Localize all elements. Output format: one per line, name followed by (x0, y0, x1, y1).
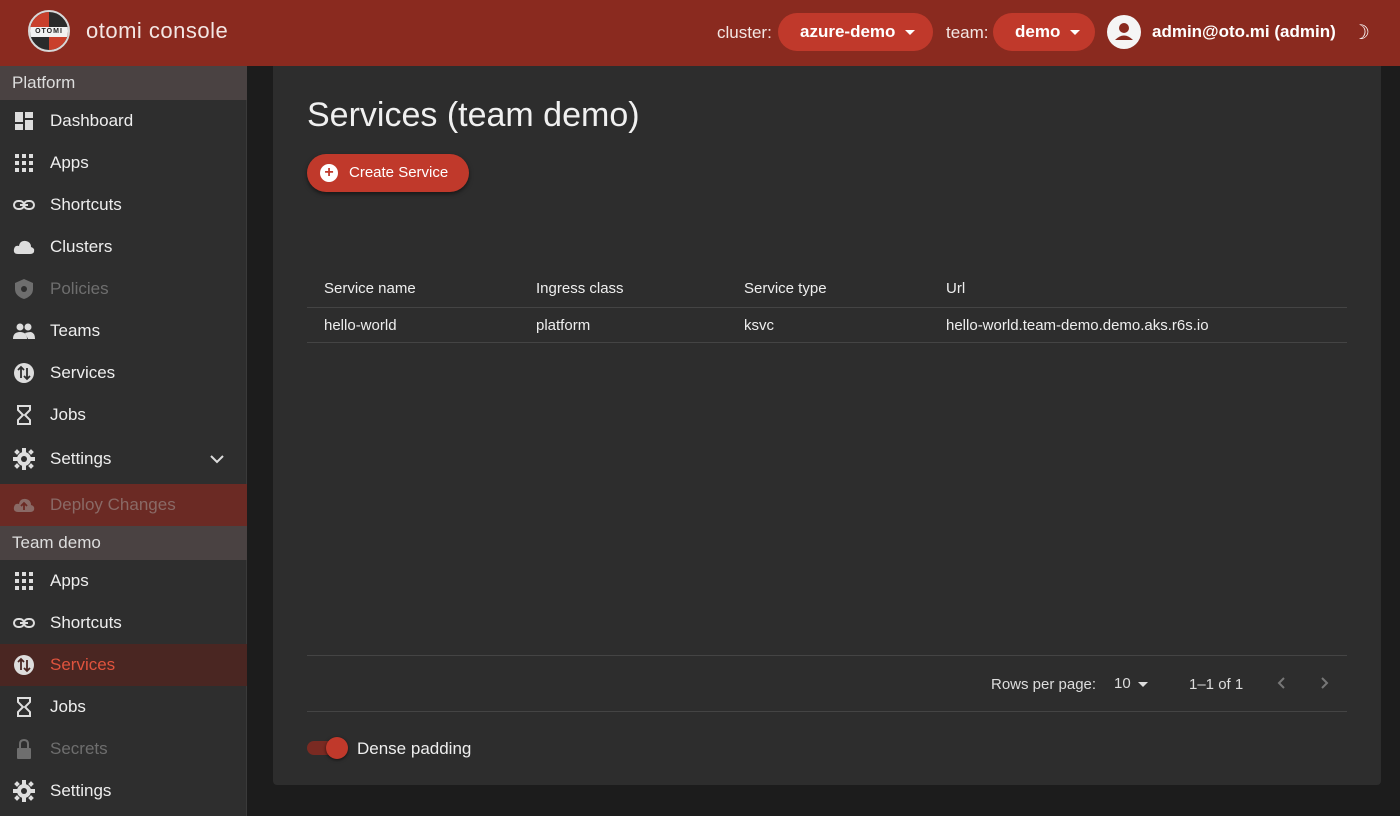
footer-divider-bottom (307, 711, 1347, 712)
apps-grid-icon (15, 572, 33, 590)
create-service-button[interactable]: + Create Service (307, 154, 469, 192)
sidebar-item-label: Secrets (50, 739, 108, 758)
sidebar-item-team-services[interactable]: Services (0, 644, 247, 686)
sidebar-item-label: Apps (50, 153, 89, 172)
user-menu[interactable]: admin@oto.mi (admin) (1152, 22, 1336, 42)
cluster-value: azure-demo (800, 22, 896, 41)
sidebar-item-label: Shortcuts (50, 613, 122, 632)
app-header: OTOMI otomi console cluster: azure-demo … (0, 0, 1400, 66)
sidebar-item-services[interactable]: Services (0, 352, 247, 394)
team-select[interactable]: demo (993, 13, 1095, 51)
link-icon (13, 200, 35, 210)
page-title: Services (team demo) (307, 96, 640, 134)
app-title: otomi console (86, 18, 229, 43)
sidebar-item-label: Dashboard (50, 111, 134, 130)
gear-icon (13, 448, 35, 470)
sidebar-item-team-settings[interactable]: Settings (0, 770, 247, 812)
sidebar-item-jobs[interactable]: Jobs (0, 394, 247, 436)
sidebar-item-label: Services (50, 655, 116, 674)
sidebar-item-label: Services (50, 363, 116, 382)
chevron-down-icon[interactable] (208, 450, 226, 468)
sidebar-item-label: Jobs (50, 697, 86, 716)
sidebar-item-apps[interactable]: Apps (0, 142, 247, 184)
column-header-service-type[interactable]: Service type (744, 280, 827, 297)
moon-icon[interactable]: ☽ (1352, 20, 1370, 45)
chevron-right-icon[interactable] (1315, 674, 1333, 692)
dashboard-icon (15, 112, 33, 130)
sidebar-item-label: Policies (50, 279, 109, 298)
add-circle-icon: + (320, 164, 338, 182)
sidebar-item-label: Clusters (50, 237, 113, 256)
policy-shield-icon (15, 279, 33, 299)
rows-per-page-label: Rows per page: (991, 676, 1097, 693)
sidebar-item-team-apps[interactable]: Apps (0, 560, 247, 602)
chevron-left-icon[interactable] (1273, 674, 1291, 692)
lock-icon (17, 738, 31, 759)
dense-padding-label: Dense padding (357, 739, 472, 758)
sidebar-item-shortcuts[interactable]: Shortcuts (0, 184, 247, 226)
sidebar-item-team-secrets[interactable]: Secrets (0, 728, 247, 770)
row-divider (307, 342, 1347, 343)
logo-text: OTOMI (30, 27, 68, 37)
sidebar: Platform Dashboard Apps Shortcuts Cluste… (0, 66, 247, 816)
table-cell-service-name[interactable]: hello-world (324, 317, 397, 334)
swap-icon (14, 655, 34, 675)
otomi-logo[interactable]: OTOMI (28, 10, 70, 52)
column-header-service-name[interactable]: Service name (324, 280, 416, 297)
sidebar-item-settings[interactable]: Settings (0, 438, 247, 480)
people-icon (13, 323, 35, 339)
pagination-range: 1–1 of 1 (1189, 676, 1244, 693)
create-service-label: Create Service (349, 164, 449, 181)
caret-down-icon (1070, 29, 1081, 35)
cloud-icon (13, 240, 35, 254)
gear-icon (13, 780, 35, 802)
sidebar-item-label: Jobs (50, 405, 86, 424)
sidebar-item-label: Settings (50, 449, 112, 468)
hourglass-icon (17, 697, 31, 717)
column-header-ingress-class[interactable]: Ingress class (536, 280, 624, 297)
avatar-icon[interactable] (1107, 15, 1141, 49)
sidebar-item-clusters[interactable]: Clusters (0, 226, 247, 268)
sidebar-item-label: Teams (50, 321, 101, 340)
column-header-url[interactable]: Url (946, 280, 965, 297)
sidebar-item-team-jobs[interactable]: Jobs (0, 686, 247, 728)
cloud-upload-icon (13, 498, 35, 512)
rows-per-page-select[interactable]: 10 (1114, 675, 1131, 692)
cluster-label: cluster: (717, 23, 772, 42)
sidebar-item-label: Apps (50, 571, 89, 590)
sidebar-item-policies[interactable]: Policies (0, 268, 247, 310)
caret-down-icon (905, 29, 916, 35)
footer-divider-top (307, 655, 1347, 656)
cluster-select[interactable]: azure-demo (778, 13, 933, 51)
sidebar-item-label: Shortcuts (50, 195, 122, 214)
sidebar-section-platform: Platform (0, 66, 247, 100)
sidebar-section-team: Team demo (0, 526, 247, 560)
header-divider (307, 307, 1347, 308)
toggle-knob[interactable] (326, 737, 348, 759)
deploy-changes-label: Deploy Changes (50, 495, 176, 514)
sidebar-item-teams[interactable]: Teams (0, 310, 247, 352)
team-value: demo (1015, 22, 1061, 41)
table-cell-url[interactable]: hello-world.team-demo.demo.aks.r6s.io (946, 317, 1209, 334)
hourglass-icon (17, 405, 31, 425)
sidebar-item-team-shortcuts[interactable]: Shortcuts (0, 602, 247, 644)
table-cell-service-type: ksvc (744, 317, 774, 334)
caret-down-icon[interactable] (1138, 682, 1148, 687)
table-cell-ingress-class: platform (536, 317, 591, 334)
apps-grid-icon (15, 154, 33, 172)
swap-icon (14, 363, 34, 383)
deploy-changes-button[interactable]: Deploy Changes (0, 484, 247, 526)
sidebar-item-dashboard[interactable]: Dashboard (0, 100, 247, 142)
team-label: team: (946, 23, 989, 42)
sidebar-item-label: Settings (50, 781, 112, 800)
link-icon (13, 618, 35, 628)
